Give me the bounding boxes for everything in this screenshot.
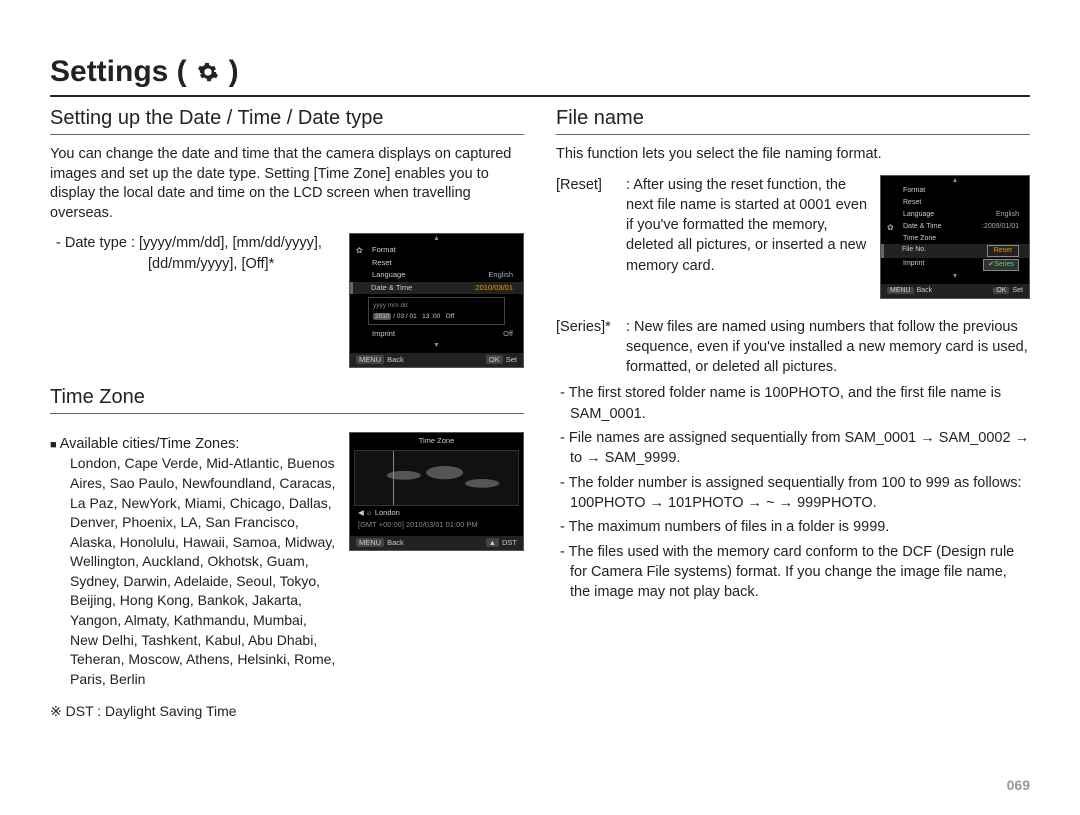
title-close: ) <box>229 55 239 89</box>
series-term: [Series]* <box>556 317 626 378</box>
series-def: : New files are named using numbers that… <box>626 317 1030 378</box>
right-column: File name This function lets you select … <box>556 103 1030 738</box>
title-text: Settings ( <box>50 55 187 89</box>
section-heading-datetime: Setting up the Date / Time / Date type <box>50 107 524 130</box>
date-type-line1: - Date type : [yyyy/mm/dd], [mm/dd/yyyy]… <box>56 233 337 253</box>
section-heading-filename: File name <box>556 107 1030 130</box>
gear-icon <box>193 61 223 83</box>
section-divider <box>50 134 524 135</box>
bullet-item: The files used with the memory card conf… <box>560 542 1030 603</box>
title-divider <box>50 95 1030 97</box>
cities-list: London, Cape Verde, Mid-Atlantic, Buenos… <box>70 454 337 689</box>
bullet-item: The maximum numbers of files in a folder… <box>560 517 1030 537</box>
dst-note: DST : Daylight Saving Time <box>50 703 337 720</box>
date-type-line2: [dd/mm/yyyy], [Off]* <box>148 254 337 274</box>
section-divider-right <box>556 134 1030 135</box>
bullet-item: The first stored folder name is 100PHOTO… <box>560 383 1030 424</box>
bullet-item: The folder number is assigned sequential… <box>560 473 1030 514</box>
bullet-item: File names are assigned sequentially fro… <box>560 428 1030 469</box>
page-title: Settings ( ) <box>50 55 1030 89</box>
lcd-screenshot-timezone: Time Zone ◀ ☼ London [GMT +00:00] 2010/0… <box>349 432 524 551</box>
left-column: Setting up the Date / Time / Date type Y… <box>50 103 524 738</box>
reset-def: : After using the reset function, the ne… <box>626 175 868 276</box>
timezone-heading: Time Zone <box>50 386 524 409</box>
page-number: 069 <box>1007 777 1030 793</box>
filename-bullets: The first stored folder name is 100PHOTO… <box>560 383 1030 602</box>
lcd-screenshot-filename: ▲ Format Reset LanguageEnglish ✿Date & T… <box>880 175 1030 299</box>
lcd-screenshot-datetime: ▲ Format Reset LanguageEnglish ✿Date & T… <box>349 233 524 368</box>
timezone-divider <box>50 413 524 414</box>
filename-intro: This function lets you select the file n… <box>556 145 1030 165</box>
reset-term: [Reset] <box>556 175 626 276</box>
available-cities-label: Available cities/Time Zones: <box>50 434 337 454</box>
datetime-intro: You can change the date and time that th… <box>50 145 524 223</box>
